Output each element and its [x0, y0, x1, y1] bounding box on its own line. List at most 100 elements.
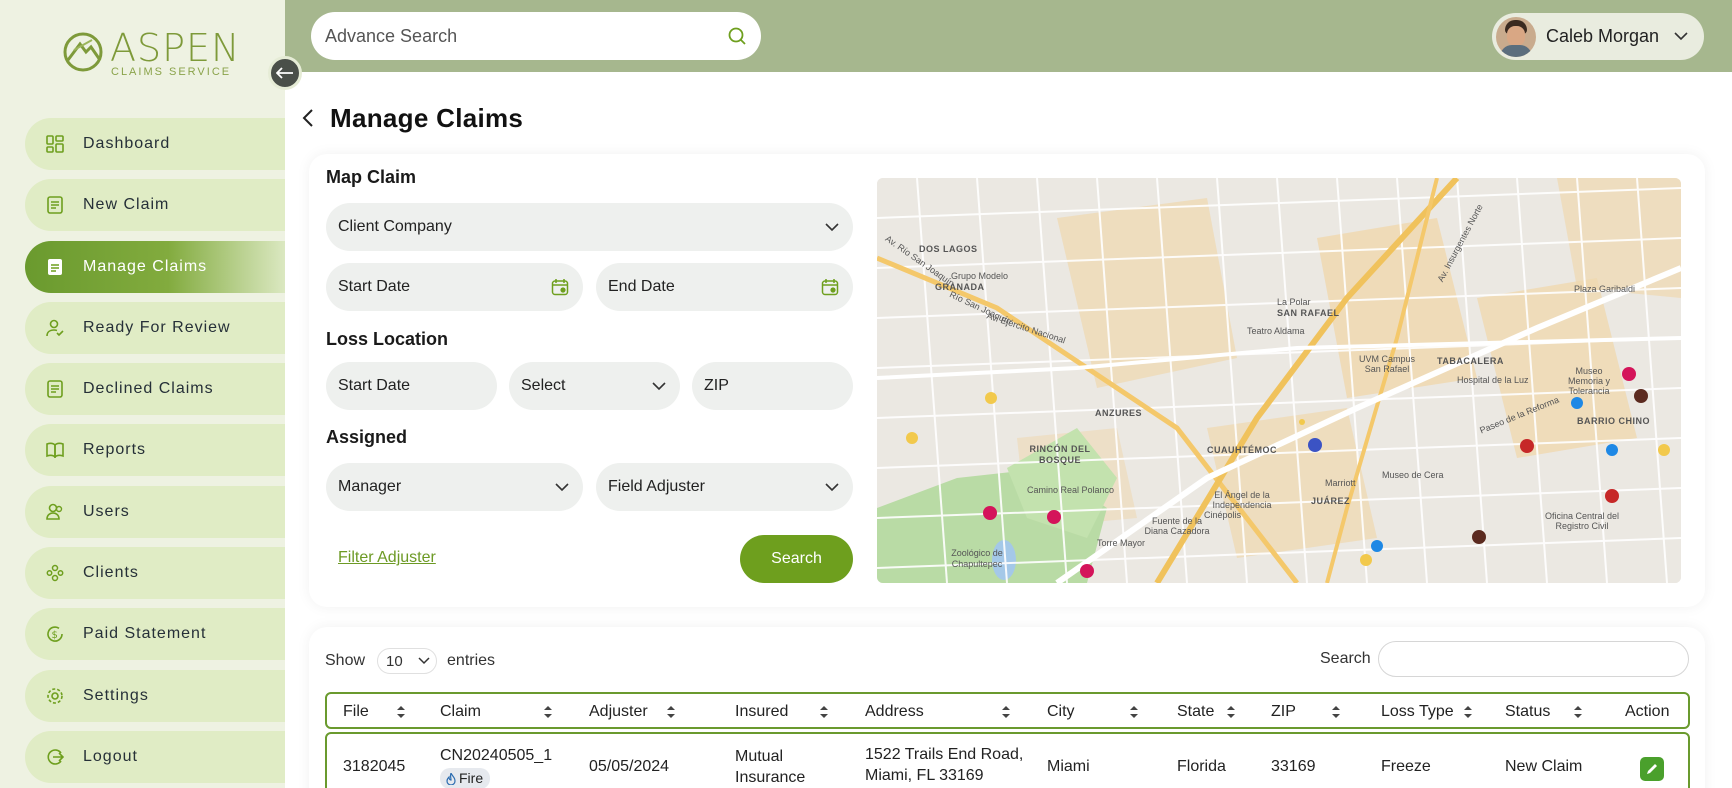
advance-search-input[interactable]: Advance Search — [311, 12, 761, 60]
column-header-insured[interactable]: Insured — [735, 703, 788, 721]
sidebar: ASPEN CLAIMS SERVICE Dashboard New Claim… — [0, 0, 285, 788]
gear-icon — [45, 686, 65, 706]
edit-button[interactable] — [1640, 757, 1664, 781]
map-label: Av. Insurgentes Norte — [1435, 202, 1485, 284]
column-header-claim[interactable]: Claim — [440, 703, 481, 721]
loss-location-select[interactable]: Select — [509, 362, 680, 410]
user-check-icon — [45, 318, 65, 338]
sidebar-item-declined-claims[interactable]: Declined Claims — [25, 363, 285, 416]
entries-control: Show 10 entries — [325, 648, 495, 674]
map-label: ANZURES — [1095, 408, 1143, 418]
sort-icon[interactable] — [1130, 706, 1138, 718]
svg-text:$: $ — [52, 630, 59, 641]
sort-icon[interactable] — [667, 706, 675, 718]
zip-field[interactable]: ZIP — [692, 362, 853, 410]
end-date-field[interactable]: End Date — [596, 263, 853, 311]
map-label: Río San Joaquín — [948, 289, 1014, 327]
start-date-field[interactable]: Start Date — [326, 263, 583, 311]
logout-icon — [45, 747, 65, 767]
sidebar-item-paid-statement[interactable]: $ Paid Statement — [25, 608, 285, 661]
sort-icon[interactable] — [820, 706, 828, 718]
calendar-icon[interactable] — [551, 278, 569, 296]
sidebar-nav: Dashboard New Claim Manage Claims Ready … — [25, 118, 285, 788]
sort-icon[interactable] — [1464, 706, 1472, 718]
cell-file: 3182045 — [343, 758, 406, 775]
mountain-logo-icon — [63, 32, 103, 72]
claim-number: CN20240505_1 — [440, 747, 553, 764]
entries-select[interactable]: 10 — [377, 648, 438, 674]
sidebar-item-reports[interactable]: Reports — [25, 424, 285, 477]
sort-icon[interactable] — [1574, 706, 1582, 718]
sidebar-item-new-claim[interactable]: New Claim — [25, 179, 285, 232]
book-icon — [45, 440, 65, 460]
column-header-loss-type[interactable]: Loss Type — [1381, 703, 1454, 721]
column-header-city[interactable]: City — [1047, 703, 1075, 721]
address-line: Miami, FL 33169 — [865, 767, 984, 784]
sidebar-item-settings[interactable]: Settings — [25, 669, 285, 722]
sidebar-item-logout[interactable]: Logout — [25, 730, 285, 783]
search-icon[interactable] — [727, 26, 747, 46]
pencil-icon — [1647, 764, 1657, 774]
column-header-file[interactable]: File — [343, 703, 369, 721]
map-label: El Ángel de la Independencia — [1212, 490, 1272, 510]
map-label: Plaza Garibaldi — [1574, 284, 1636, 294]
loss-tag-badge: Fire — [440, 768, 491, 788]
chevron-down-icon — [825, 482, 839, 491]
sort-icon[interactable] — [544, 706, 552, 718]
map-label: Paseo de la Reforma — [1478, 394, 1561, 436]
sidebar-item-ready-for-review[interactable]: Ready For Review — [25, 301, 285, 354]
dashboard-icon — [45, 134, 65, 154]
sort-icon[interactable] — [1002, 706, 1010, 718]
client-company-label: Client Company — [338, 218, 452, 235]
sidebar-item-users[interactable]: Users — [25, 485, 285, 538]
aspen-logo[interactable]: ASPEN CLAIMS SERVICE — [62, 24, 239, 80]
search-placeholder: Advance Search — [325, 25, 458, 46]
cell-state: Florida — [1177, 758, 1226, 775]
table-row[interactable]: 3182045 CN20240505_1 Fire 05/05/2024 Mut… — [325, 732, 1690, 788]
brand-subtitle: CLAIMS SERVICE — [111, 66, 232, 78]
table-search-label: Search — [1320, 650, 1371, 667]
column-header-state[interactable]: State — [1177, 703, 1214, 721]
search-button[interactable]: Search — [740, 535, 853, 583]
user-menu[interactable]: Caleb Morgan — [1492, 13, 1704, 60]
column-header-status[interactable]: Status — [1505, 703, 1550, 721]
loss-start-date-field[interactable]: Start Date — [326, 362, 497, 410]
filter-adjuster-link[interactable]: Filter Adjuster — [338, 549, 436, 567]
back-arrow-icon[interactable] — [302, 108, 314, 128]
sort-icon[interactable] — [1227, 706, 1235, 718]
client-company-select[interactable]: Client Company — [326, 203, 853, 251]
sort-icon[interactable] — [1332, 706, 1340, 718]
sort-icon[interactable] — [397, 706, 405, 718]
collapse-sidebar-button[interactable] — [268, 56, 302, 90]
map-claim-title: Map Claim — [326, 167, 417, 187]
column-header-zip[interactable]: ZIP — [1271, 703, 1296, 721]
claims-map[interactable]: DOS LAGOS GRANADA Grupo Modelo ANZURES R… — [877, 178, 1681, 583]
map-label: SAN RAFAEL — [1277, 308, 1340, 318]
map-label: Zoológico de Chapultepec — [951, 548, 1003, 569]
map-label: Teatro Aldama — [1247, 326, 1305, 336]
document-icon — [45, 195, 65, 215]
table-search-input[interactable] — [1378, 641, 1689, 677]
column-header-adjuster[interactable]: Adjuster — [589, 703, 648, 721]
manager-select[interactable]: Manager — [326, 463, 583, 511]
map-label: TABACALERA — [1437, 356, 1504, 366]
map-label: BARRIO CHINO — [1577, 416, 1650, 426]
column-header-address[interactable]: Address — [865, 703, 924, 721]
map-label: Museo Memoria y Tolerancia — [1567, 366, 1610, 396]
start-date-label: Start Date — [338, 278, 411, 295]
end-date-label: End Date — [608, 278, 675, 295]
dollar-icon: $ — [45, 624, 65, 644]
sidebar-item-clients[interactable]: Clients — [25, 547, 285, 600]
cell-city: Miami — [1047, 758, 1090, 775]
top-bar: Advance Search Caleb Morgan — [285, 0, 1732, 72]
users-icon — [45, 502, 65, 522]
sidebar-item-label: Settings — [83, 686, 149, 704]
entries-value: 10 — [386, 652, 403, 670]
table-header: File Claim Adjuster Insured Address City… — [325, 692, 1690, 729]
sidebar-item-dashboard[interactable]: Dashboard — [25, 118, 285, 170]
select-label: Select — [521, 377, 566, 394]
sidebar-item-manage-claims[interactable]: Manage Claims — [25, 240, 285, 293]
field-adjuster-select[interactable]: Field Adjuster — [596, 463, 853, 511]
sidebar-item-label: Ready For Review — [83, 318, 231, 336]
calendar-icon[interactable] — [821, 278, 839, 296]
